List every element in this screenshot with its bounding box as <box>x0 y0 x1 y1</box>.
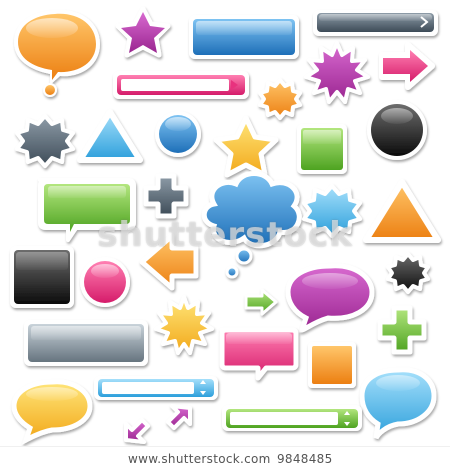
magenta-star-icon <box>115 6 171 58</box>
sky-stepper-bar-icon <box>94 376 218 400</box>
yellow-starburst-icon <box>154 295 214 355</box>
magenta-diagonal-arrows-icon <box>124 404 192 444</box>
orange-left-arrow-icon <box>139 233 199 291</box>
sky-seal-icon <box>302 184 362 238</box>
black-rounded-square-icon <box>10 246 74 308</box>
footer-separator: · <box>263 452 267 466</box>
slate-arrow-bar-icon <box>313 10 438 36</box>
black-seal-icon <box>386 252 430 294</box>
pink-speech-bubble-icon <box>219 327 299 381</box>
slate-bar-button-icon <box>24 320 148 366</box>
yellow-star-icon <box>213 115 279 178</box>
green-square-icon <box>297 124 347 174</box>
footer-site: www.shutterstock.com <box>128 452 271 466</box>
green-small-arrow-icon <box>244 288 278 316</box>
orange-square-icon <box>308 342 356 388</box>
pink-right-arrow-icon <box>379 42 435 90</box>
yellow-speech-bubble-icon <box>11 379 93 445</box>
black-circle-icon <box>367 100 427 160</box>
sticker-sheet <box>10 6 441 445</box>
footer-bar: www.shutterstock.com · 9848485 <box>0 446 450 471</box>
green-plus-icon <box>377 305 427 355</box>
blue-pill-button-icon <box>189 15 299 59</box>
blue-triangle-icon <box>77 109 143 163</box>
footer-image-id: 9848485 <box>277 452 333 466</box>
pink-arrow-bar-icon <box>113 71 249 99</box>
blue-circle-icon <box>155 111 201 157</box>
slate-seal-icon <box>15 114 75 168</box>
green-stepper-bar-icon <box>222 405 362 431</box>
magenta-speech-bubble-icon <box>285 263 375 333</box>
orange-speech-bubble-icon <box>14 9 100 97</box>
magenta-starburst-icon <box>304 41 370 104</box>
orange-seal-icon <box>258 78 302 120</box>
pink-circle-icon <box>80 257 130 307</box>
orange-triangle-icon <box>363 179 441 243</box>
blue-thought-cloud-icon <box>201 171 302 279</box>
slate-plus-icon <box>143 173 189 219</box>
green-speech-bubble-icon <box>38 178 136 242</box>
sky-thought-bubble-icon <box>359 367 437 440</box>
